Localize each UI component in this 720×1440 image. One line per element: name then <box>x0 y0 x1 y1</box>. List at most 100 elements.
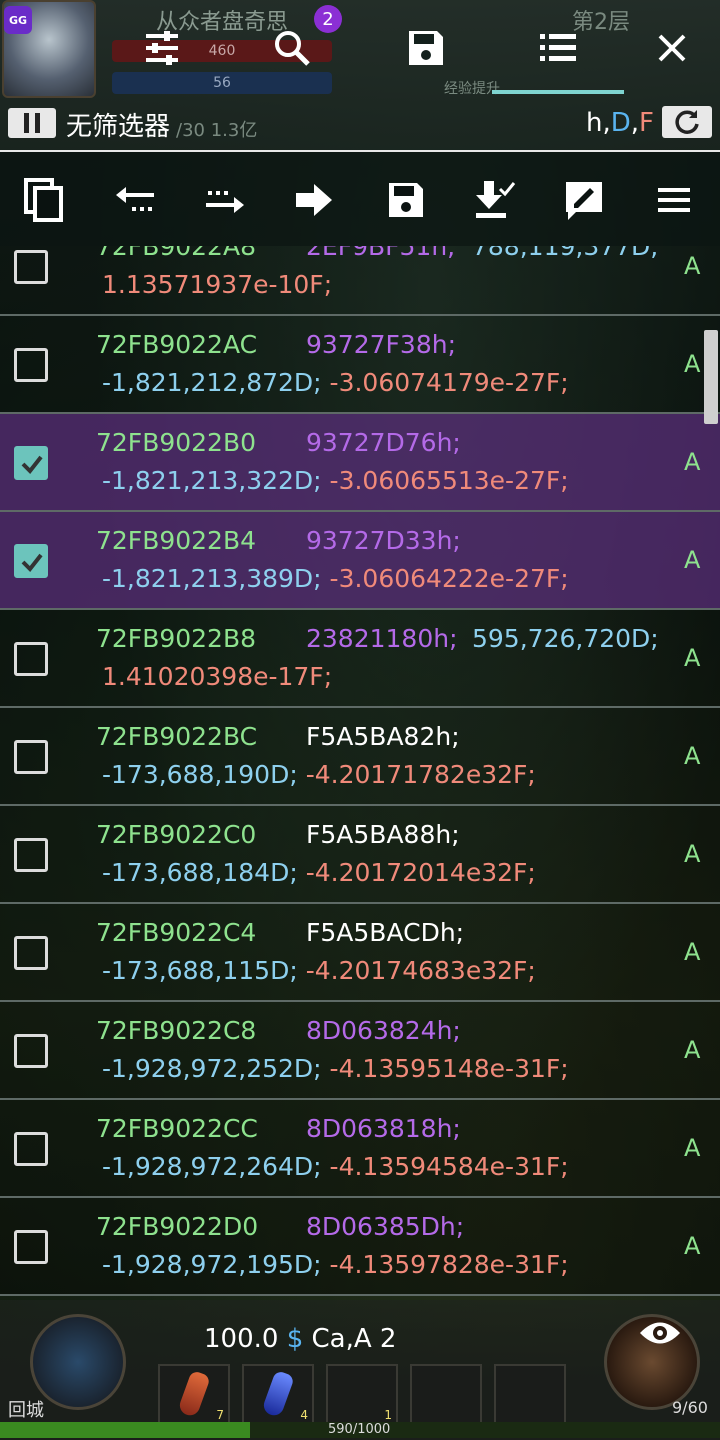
result-dword-value: -173,688,184D; <box>102 858 298 887</box>
result-values-line: -1,821,212,872D; -3.06074179e-27F; <box>102 368 569 397</box>
copy-icon <box>24 178 63 222</box>
result-row[interactable]: 72FB9022B8 23821180h; 595,726,720D; 1.41020… <box>0 610 720 708</box>
item-slot-scroll[interactable]: 1 <box>326 1364 398 1426</box>
type-d: D <box>610 108 631 138</box>
result-row[interactable]: 72FB9022B0 93727D76h; -1,821,213,322D; -3.… <box>0 414 720 512</box>
result-float-value: -4.20172014e32F; <box>305 858 536 887</box>
item-slot-blue-potion[interactable]: 4 <box>242 1364 314 1426</box>
result-float-value: -3.06065513e-27F; <box>329 466 569 495</box>
filter-label[interactable]: 无筛选器 <box>66 106 170 143</box>
type-h: h <box>586 108 603 138</box>
menu-button[interactable] <box>644 170 704 230</box>
result-region-tag: A <box>684 252 701 280</box>
saved-list-tab[interactable] <box>528 18 588 78</box>
result-address: 72FB9022AC <box>96 330 258 359</box>
result-region-tag: A <box>684 1036 701 1064</box>
result-hex-value: 93727D33h; <box>306 526 461 555</box>
checkbox[interactable] <box>14 642 48 676</box>
search-icon <box>275 31 310 66</box>
result-values-line: -1,821,213,322D; -3.06065513e-27F; <box>102 466 569 495</box>
arrow-right-dotted-icon <box>206 191 244 213</box>
close-icon <box>658 34 686 62</box>
checkbox[interactable] <box>14 1230 48 1264</box>
checkbox[interactable] <box>14 250 48 284</box>
checkbox[interactable] <box>14 740 48 774</box>
return-city-button[interactable] <box>30 1314 126 1410</box>
checkbox[interactable] <box>14 1132 48 1166</box>
checkmark-icon <box>21 553 43 573</box>
save-list-button[interactable] <box>396 18 456 78</box>
blue-potion-icon <box>261 1369 295 1419</box>
goto-button[interactable] <box>284 170 344 230</box>
checkbox[interactable] <box>14 1034 48 1068</box>
result-region-tag: A <box>684 938 701 966</box>
slot-count: 4 <box>300 1408 308 1422</box>
result-dword-value: 788,119,377D; <box>472 246 659 261</box>
item-slot-empty[interactable] <box>410 1364 482 1426</box>
result-address: 72FB9022C4 <box>96 918 257 947</box>
result-hex-value: 93727F38h; <box>306 330 456 359</box>
save-button[interactable] <box>376 170 436 230</box>
result-address: 72FB9022D0 <box>96 1212 259 1241</box>
scrollbar[interactable] <box>704 330 718 424</box>
close-button[interactable] <box>642 18 702 78</box>
result-row[interactable]: 72FB9022C0 F5A5BA88h; -173,688,184D; -4.20… <box>0 806 720 904</box>
search-button[interactable] <box>262 18 322 78</box>
sliders-icon <box>146 31 178 65</box>
checkbox[interactable] <box>14 838 48 872</box>
checkbox[interactable] <box>14 936 48 970</box>
slot-count: 1 <box>384 1408 392 1422</box>
eye-icon <box>640 1322 680 1344</box>
value-type-indicator[interactable]: h,D,F <box>586 108 654 138</box>
checkmark-icon <box>21 455 43 475</box>
result-row[interactable]: 72FB9022C4 F5A5BACDh; -173,688,115D; -4.20… <box>0 904 720 1002</box>
next-button[interactable] <box>194 170 254 230</box>
pause-icon <box>24 113 40 133</box>
result-row[interactable]: 72FB9022BC F5A5BA82h; -173,688,190D; -4.20… <box>0 708 720 806</box>
copy-button[interactable] <box>14 170 74 230</box>
return-city-label: 回城 <box>8 1400 44 1421</box>
result-values-line: -1,821,213,389D; -3.06064222e-27F; <box>102 564 569 593</box>
result-row[interactable]: 72FB9022C8 8D063824h; -1,928,972,252D; -4.… <box>0 1002 720 1100</box>
arrow-left-dotted-icon <box>116 187 154 211</box>
settings-sliders-button[interactable] <box>132 18 192 78</box>
result-float-value: 1.41020398e-17F; <box>102 662 333 691</box>
result-row[interactable]: 72FB9022A8 2EF9BF51h; 788,119,377D; 1.13571… <box>0 246 720 316</box>
result-row[interactable]: 72FB9022B4 93727D33h; -1,821,213,389D; -3.… <box>0 512 720 610</box>
result-dword-value: -1,928,972,252D; <box>102 1054 322 1083</box>
result-address: 72FB9022BC <box>96 722 258 751</box>
checkbox-checked[interactable] <box>14 544 48 578</box>
red-potion-icon <box>177 1369 211 1419</box>
pause-button[interactable] <box>8 108 56 138</box>
xp-label: 590/1000 <box>328 1422 391 1437</box>
edit-button[interactable] <box>554 170 614 230</box>
result-row[interactable]: 72FB9022CC 8D063818h; -1,928,972,264D; -4.… <box>0 1100 720 1198</box>
previous-button[interactable] <box>106 170 166 230</box>
item-slot-red-potion[interactable]: 7 <box>158 1364 230 1426</box>
item-slot-empty[interactable] <box>494 1364 566 1426</box>
result-region-tag: A <box>684 742 701 770</box>
result-row[interactable]: 72FB9022AC 93727F38h; -1,821,212,872D; -3.… <box>0 316 720 414</box>
result-float-value: -4.13595148e-31F; <box>329 1054 569 1083</box>
result-region-tag: A <box>684 840 701 868</box>
visibility-toggle[interactable] <box>638 1318 682 1352</box>
checkbox-checked[interactable] <box>14 446 48 480</box>
edit-pencil-icon <box>566 182 602 220</box>
load-button[interactable] <box>464 170 524 230</box>
result-region-tag: A <box>684 546 701 574</box>
result-hex-value: F5A5BA82h; <box>306 722 460 751</box>
result-list[interactable]: 72FB9022A8 2EF9BF51h; 788,119,377D; 1.13571… <box>0 246 720 1300</box>
result-region-tag: A <box>684 1134 701 1162</box>
type-sep: , <box>602 108 611 138</box>
result-address: 72FB9022C8 <box>96 1016 257 1045</box>
result-row[interactable]: 72FB9022D0 8D06385Dh; -1,928,972,195D; -4.… <box>0 1198 720 1296</box>
checkbox[interactable] <box>14 348 48 382</box>
result-float-value: -4.20171782e32F; <box>305 760 536 789</box>
result-values-line: 1.41020398e-17F; <box>102 662 332 691</box>
main-toolbar <box>0 18 720 78</box>
result-hex-value: 2EF9BF51h; <box>306 246 456 261</box>
refresh-button[interactable] <box>662 106 712 138</box>
active-tab-indicator <box>492 90 624 94</box>
type-f: F <box>639 108 655 138</box>
exp-boost-label: 经验提升 <box>444 81 500 97</box>
